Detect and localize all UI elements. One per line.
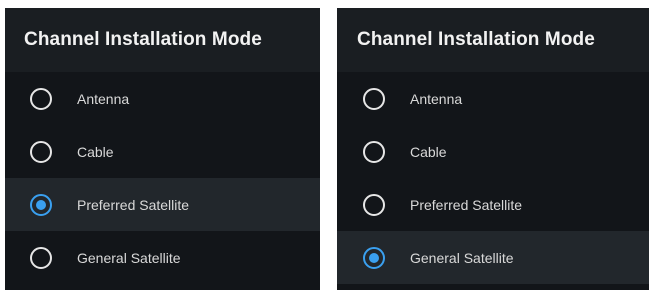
radio-checked-icon[interactable] <box>363 246 385 269</box>
radio-unchecked-icon[interactable] <box>363 87 385 110</box>
option-label: Antenna <box>410 90 463 107</box>
option-list: Antenna Cable Preferred Satellite Genera… <box>5 72 320 284</box>
option-label: Preferred Satellite <box>77 196 190 213</box>
radio-unchecked-icon[interactable] <box>363 193 385 216</box>
option-label: General Satellite <box>77 249 181 266</box>
option-label: Antenna <box>77 90 130 107</box>
option-cable[interactable]: Cable <box>5 125 320 178</box>
radio-unchecked-icon[interactable] <box>363 140 385 163</box>
option-label: General Satellite <box>410 249 514 266</box>
radio-unchecked-icon[interactable] <box>30 87 52 110</box>
radio-unchecked-icon[interactable] <box>30 246 52 269</box>
option-preferred-satellite[interactable]: Preferred Satellite <box>5 178 320 231</box>
option-antenna[interactable]: Antenna <box>337 72 649 125</box>
panel-title: Channel Installation Mode <box>357 29 595 50</box>
option-cable[interactable]: Cable <box>337 125 649 178</box>
option-general-satellite[interactable]: General Satellite <box>5 231 320 284</box>
option-label: Cable <box>410 143 447 160</box>
panel-header: Channel Installation Mode <box>5 8 320 72</box>
option-list: Antenna Cable Preferred Satellite Genera… <box>337 72 649 284</box>
option-general-satellite[interactable]: General Satellite <box>337 231 649 284</box>
option-preferred-satellite[interactable]: Preferred Satellite <box>337 178 649 231</box>
panel-header: Channel Installation Mode <box>337 8 649 72</box>
radio-checked-icon[interactable] <box>30 193 52 216</box>
option-label: Cable <box>77 143 114 160</box>
option-antenna[interactable]: Antenna <box>5 72 320 125</box>
radio-unchecked-icon[interactable] <box>30 140 52 163</box>
channel-installation-mode-panel-right: Channel Installation Mode Antenna Cable … <box>337 8 649 290</box>
channel-installation-mode-panel-left: Channel Installation Mode Antenna Cable … <box>5 8 320 290</box>
panel-title: Channel Installation Mode <box>24 29 262 50</box>
option-label: Preferred Satellite <box>410 196 523 213</box>
